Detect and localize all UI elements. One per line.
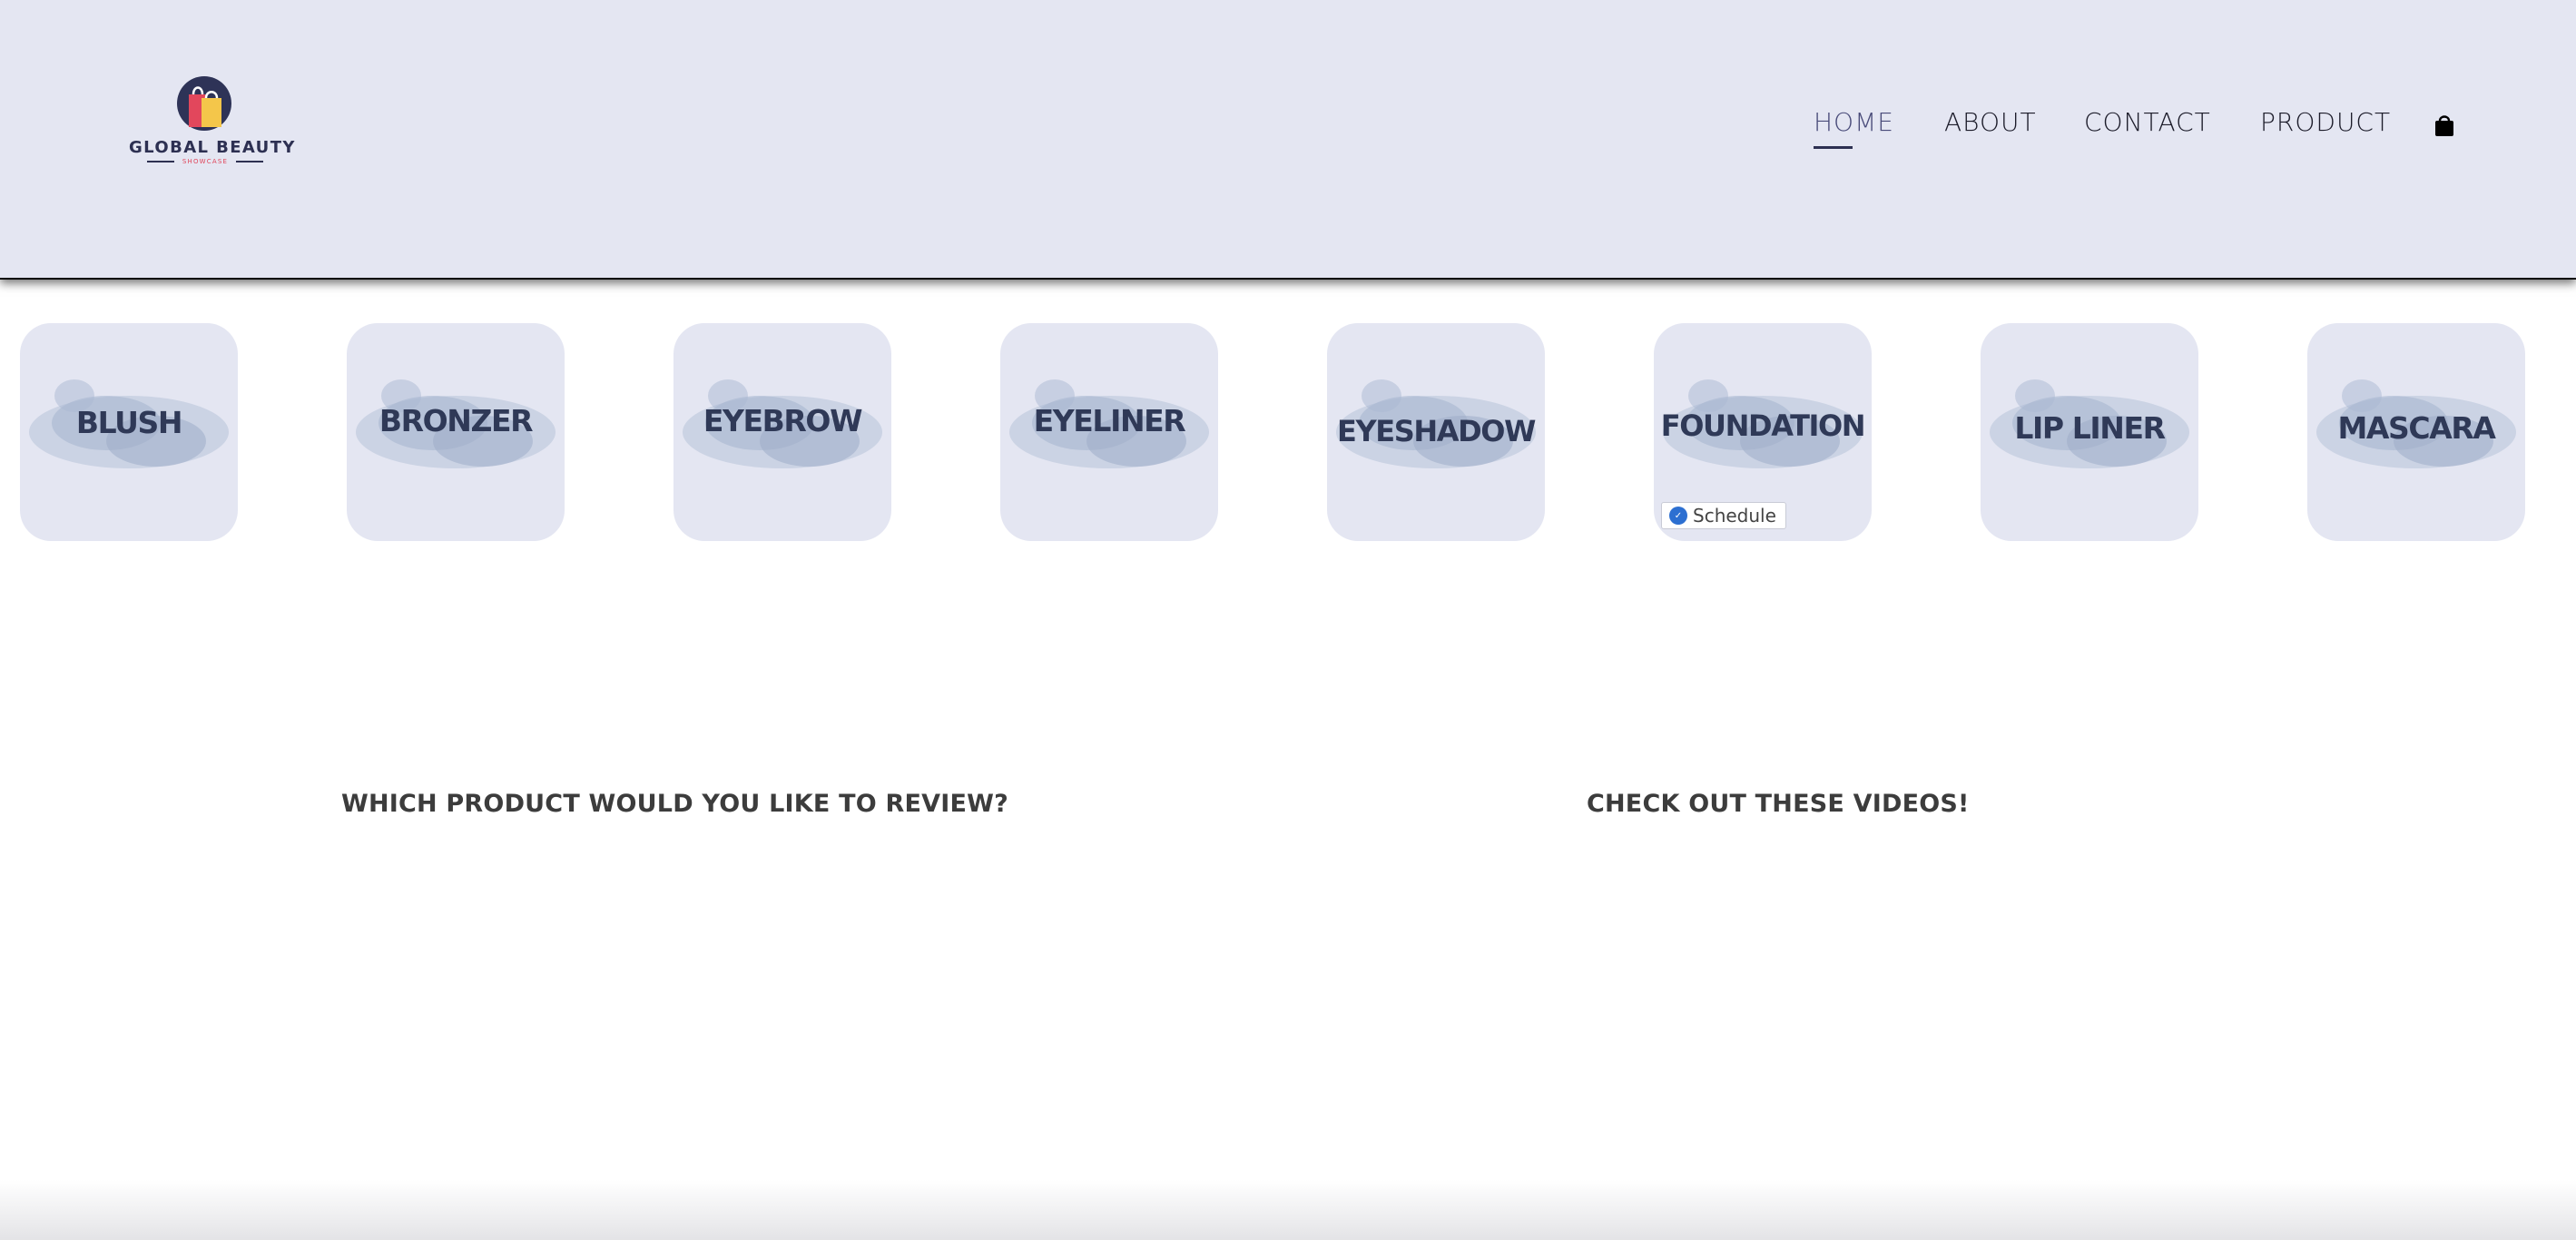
site-header: GLOBAL BEAUTY SHOWCASE HOME ABOUT CONTAC… <box>0 0 2576 278</box>
nav-about[interactable]: ABOUT <box>1944 107 2037 137</box>
category-tile-blush[interactable]: BLUSH <box>20 323 238 541</box>
shopping-bag-icon[interactable] <box>2433 113 2455 138</box>
category-tile-lip-liner[interactable]: LIP LINER <box>1981 323 2198 541</box>
category-label: EYELINER <box>1033 403 1186 438</box>
category-label: BLUSH <box>75 405 183 440</box>
tagline-rule-right <box>236 161 263 162</box>
category-tile-bronzer[interactable]: BRONZER <box>347 323 565 541</box>
category-label: EYESHADOW <box>1337 414 1536 448</box>
review-heading: WHICH PRODUCT WOULD YOU LIKE TO REVIEW? <box>341 790 1008 818</box>
nav-contact[interactable]: CONTACT <box>2084 107 2211 137</box>
category-label: EYEBROW <box>703 403 863 438</box>
brand-logo[interactable]: GLOBAL BEAUTY SHOWCASE <box>129 74 296 165</box>
category-label: BRONZER <box>379 403 534 438</box>
nav-home[interactable]: HOME <box>1814 107 1894 137</box>
active-nav-indicator <box>1814 146 1853 149</box>
category-label: MASCARA <box>2337 410 2495 446</box>
calendar-badge-icon: ✓ <box>1669 507 1687 525</box>
schedule-label: Schedule <box>1693 505 1776 527</box>
nav-product[interactable]: PRODUCT <box>2260 107 2391 137</box>
footer-shadow <box>0 1180 2576 1240</box>
category-label: FOUNDATION <box>1660 408 1866 443</box>
category-tile-eyeliner[interactable]: EYELINER <box>1000 323 1218 541</box>
videos-heading: CHECK OUT THESE VIDEOS! <box>1587 790 1970 818</box>
shopping-bags-logo-icon <box>177 76 231 131</box>
category-tile-eyebrow[interactable]: EYEBROW <box>673 323 891 541</box>
schedule-button[interactable]: ✓ Schedule <box>1661 502 1786 529</box>
brand-name: GLOBAL BEAUTY <box>129 138 296 157</box>
category-tile-eyeshadow[interactable]: EYESHADOW <box>1327 323 1545 541</box>
category-label: LIP LINER <box>2014 410 2166 446</box>
category-tile-mascara[interactable]: MASCARA <box>2307 323 2525 541</box>
